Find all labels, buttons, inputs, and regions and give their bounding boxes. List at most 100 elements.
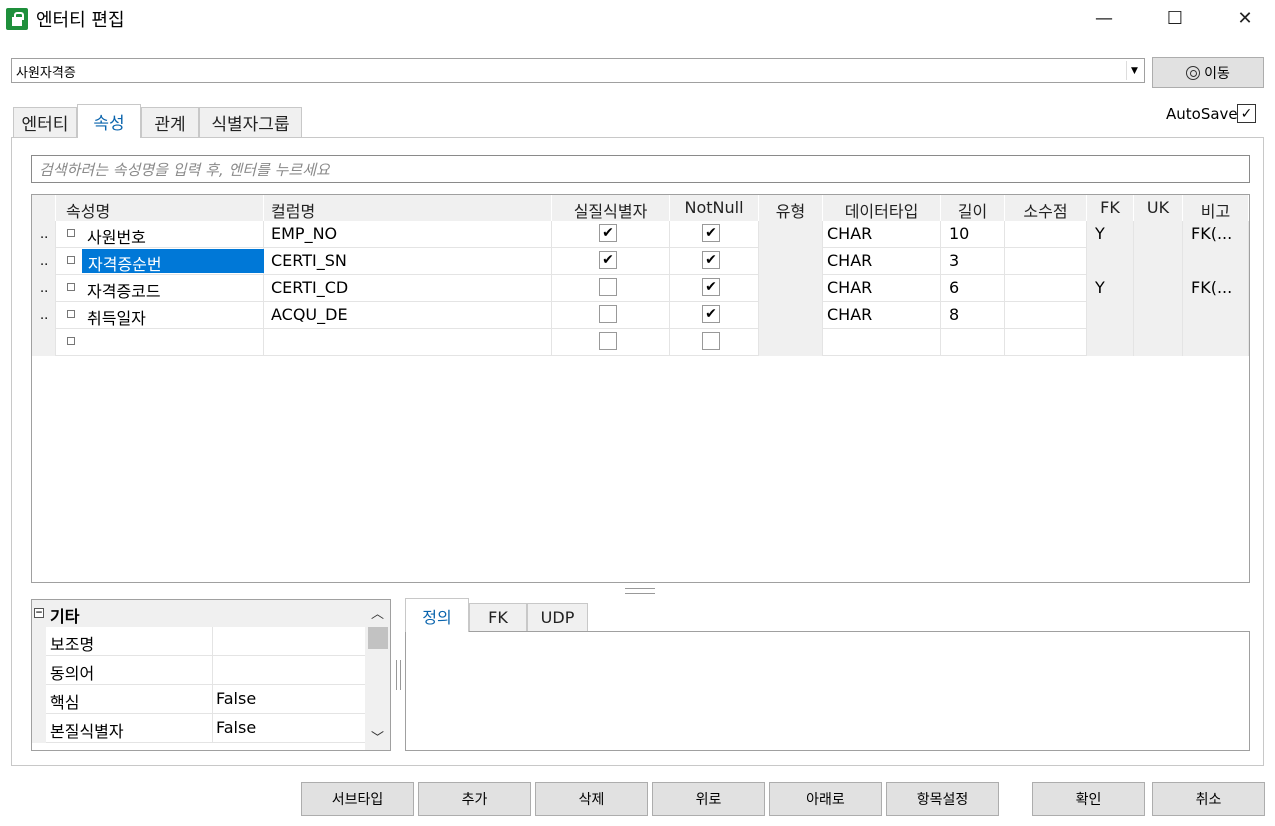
datatype-cell[interactable]: CHAR	[823, 302, 941, 329]
vertical-splitter[interactable]	[396, 660, 401, 690]
length-cell[interactable]: 6	[941, 275, 1005, 302]
delete-button[interactable]: 삭제	[535, 782, 648, 816]
table-row[interactable]: .. 사원번호 EMP_NO ✔ ✔ CHAR 10 Y FK(...	[32, 221, 1249, 248]
tab-entity[interactable]: 엔터티	[13, 107, 77, 137]
col-header-column-name[interactable]: 컬럼명	[264, 195, 552, 221]
attr-name-cell[interactable]: 취득일자	[56, 302, 264, 329]
move-button[interactable]: 이동	[1152, 57, 1264, 88]
col-header-attr-name[interactable]: 속성명	[56, 195, 264, 221]
type-cell[interactable]	[759, 221, 823, 248]
tab-identifier-group[interactable]: 식별자그룹	[199, 107, 302, 137]
length-cell[interactable]: 10	[941, 221, 1005, 248]
type-cell[interactable]	[759, 302, 823, 329]
scroll-down-icon[interactable]: ﹀	[365, 727, 390, 749]
subtype-button[interactable]: 서브타입	[301, 782, 414, 816]
tab-attributes[interactable]: 속성	[77, 104, 141, 138]
attr-name-cell[interactable]: 사원번호	[56, 221, 264, 248]
pk-checkbox[interactable]	[599, 305, 617, 323]
pk-cell[interactable]: ✔	[552, 248, 670, 275]
col-header-decimal[interactable]: 소수점	[1005, 195, 1087, 221]
horizontal-splitter[interactable]	[625, 588, 655, 594]
property-row[interactable]: 본질식별자 False	[32, 714, 365, 743]
type-cell[interactable]	[759, 248, 823, 275]
scroll-up-icon[interactable]: ︿	[365, 603, 390, 625]
tab-definition[interactable]: 정의	[405, 598, 469, 632]
tab-udp[interactable]: UDP	[527, 603, 588, 631]
maximize-button[interactable]: ☐	[1152, 0, 1198, 36]
autosave-checkbox[interactable]: ✓	[1237, 104, 1256, 123]
notnull-checkbox[interactable]: ✔	[702, 305, 720, 323]
add-button[interactable]: 추가	[418, 782, 531, 816]
attr-name-cell[interactable]: 자격증순번	[56, 248, 264, 275]
table-row[interactable]: .. 자격증코드 CERTI_CD ✔ CHAR 6 Y FK(...	[32, 275, 1249, 302]
pk-cell[interactable]	[552, 329, 670, 356]
col-header-pk[interactable]: 실질식별자	[552, 195, 670, 221]
selected-attr-name[interactable]: 자격증순번	[82, 249, 264, 274]
table-row[interactable]: .. 취득일자 ACQU_DE ✔ CHAR 8	[32, 302, 1249, 329]
column-name-cell[interactable]: CERTI_CD	[264, 275, 552, 302]
scrollbar-thumb[interactable]	[368, 627, 388, 649]
decimal-cell[interactable]	[1005, 221, 1087, 248]
ok-button[interactable]: 확인	[1032, 782, 1145, 816]
col-header-uk[interactable]: UK	[1134, 195, 1183, 221]
notnull-cell[interactable]: ✔	[670, 248, 759, 275]
property-value[interactable]: False	[216, 718, 256, 737]
notnull-checkbox[interactable]: ✔	[702, 224, 720, 242]
table-row[interactable]: .. 자격증순번 CERTI_SN ✔ ✔ CHAR 3	[32, 248, 1249, 275]
col-header-type[interactable]: 유형	[759, 195, 823, 221]
notnull-checkbox[interactable]	[702, 332, 720, 350]
col-header-length[interactable]: 길이	[941, 195, 1005, 221]
tab-fk[interactable]: FK	[469, 603, 527, 631]
length-cell[interactable]: 8	[941, 302, 1005, 329]
row-marker[interactable]: ..	[32, 275, 56, 302]
column-name-cell[interactable]: ACQU_DE	[264, 302, 552, 329]
search-input[interactable]: 검색하려는 속성명을 입력 후, 엔터를 누르세요	[31, 155, 1250, 183]
item-settings-button[interactable]: 항목설정	[886, 782, 999, 816]
property-group-header[interactable]: − 기타	[32, 600, 365, 627]
attr-name-cell[interactable]: 자격증코드	[56, 275, 264, 302]
property-value[interactable]: False	[216, 689, 256, 708]
move-up-button[interactable]: 위로	[652, 782, 765, 816]
type-cell[interactable]	[759, 329, 823, 356]
property-row[interactable]: 핵심 False	[32, 685, 365, 714]
decimal-cell[interactable]	[1005, 329, 1087, 356]
pk-cell[interactable]	[552, 302, 670, 329]
pk-checkbox[interactable]: ✔	[599, 251, 617, 269]
column-name-cell[interactable]: EMP_NO	[264, 221, 552, 248]
type-cell[interactable]	[759, 275, 823, 302]
notnull-checkbox[interactable]: ✔	[702, 251, 720, 269]
column-name-cell[interactable]: CERTI_SN	[264, 248, 552, 275]
notnull-cell[interactable]	[670, 329, 759, 356]
notnull-cell[interactable]: ✔	[670, 221, 759, 248]
chevron-down-icon[interactable]: ▼	[1126, 61, 1142, 80]
length-cell[interactable]	[941, 329, 1005, 356]
cancel-button[interactable]: 취소	[1152, 782, 1265, 816]
pk-checkbox[interactable]: ✔	[599, 224, 617, 242]
notnull-cell[interactable]: ✔	[670, 275, 759, 302]
pk-cell[interactable]	[552, 275, 670, 302]
column-name-cell[interactable]	[264, 329, 552, 356]
tab-relations[interactable]: 관계	[141, 107, 199, 137]
datatype-cell[interactable]: CHAR	[823, 275, 941, 302]
move-down-button[interactable]: 아래로	[769, 782, 882, 816]
row-marker[interactable]: ..	[32, 302, 56, 329]
pk-cell[interactable]: ✔	[552, 221, 670, 248]
col-header-datatype[interactable]: 데이터타입	[823, 195, 941, 221]
datatype-cell[interactable]: CHAR	[823, 221, 941, 248]
datatype-cell[interactable]	[823, 329, 941, 356]
entity-select[interactable]: 사원자격증 ▼	[11, 58, 1145, 83]
col-header-fk[interactable]: FK	[1087, 195, 1134, 221]
length-cell[interactable]: 3	[941, 248, 1005, 275]
datatype-cell[interactable]: CHAR	[823, 248, 941, 275]
collapse-icon[interactable]: −	[34, 608, 44, 618]
decimal-cell[interactable]	[1005, 302, 1087, 329]
row-marker[interactable]: ..	[32, 248, 56, 275]
row-marker[interactable]: ..	[32, 221, 56, 248]
notnull-cell[interactable]: ✔	[670, 302, 759, 329]
definition-textarea[interactable]	[405, 631, 1250, 751]
col-header-note[interactable]: 비고	[1183, 195, 1249, 221]
close-button[interactable]: ✕	[1222, 0, 1268, 36]
property-row[interactable]: 동의어	[32, 656, 365, 685]
pk-checkbox[interactable]	[599, 278, 617, 296]
table-row-new[interactable]	[32, 329, 1249, 356]
